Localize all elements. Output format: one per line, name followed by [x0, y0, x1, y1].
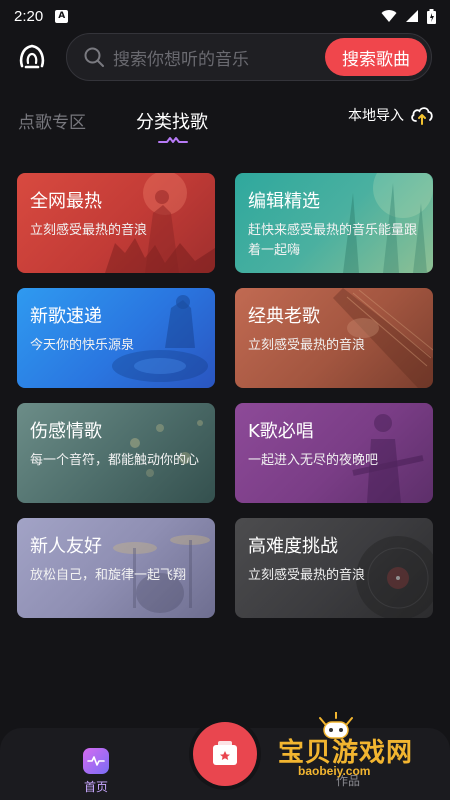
- category-title: 伤感情歌: [30, 421, 102, 442]
- wifi-icon: [381, 10, 397, 22]
- category-subtitle: 赶快来感受最热的音乐能量跟着一起嗨: [248, 223, 418, 258]
- category-subtitle: 今天你的快乐源泉: [30, 338, 135, 353]
- category-subtitle: 放松自己，和旋律一起飞翔: [30, 568, 187, 583]
- category-title: 高难度挑战: [248, 536, 338, 557]
- search-icon: [84, 47, 104, 67]
- category-title: 编辑精选: [248, 191, 320, 212]
- category-card-hot[interactable]: 全网最热 立刻感受最热的音浪: [17, 173, 215, 273]
- cloud-upload-icon: [411, 107, 433, 125]
- status-time: 2:20: [14, 7, 44, 25]
- category-title: 经典老歌: [248, 306, 320, 327]
- category-subtitle: 立刻感受最热的音浪: [248, 338, 366, 353]
- category-subtitle: 一起进入无尽的夜晚吧: [248, 453, 379, 468]
- watermark-url: baobeiy.com: [298, 764, 371, 778]
- category-title: 全网最热: [30, 191, 102, 212]
- signal-icon: [406, 10, 418, 22]
- status-bar: 2:20 A: [0, 0, 450, 32]
- search-bar[interactable]: 搜索你想听的音乐 搜索歌曲: [66, 33, 432, 81]
- category-card-ktv-must-sing[interactable]: K歌必唱 一起进入无尽的夜晚吧: [235, 403, 433, 503]
- category-card-high-difficulty[interactable]: 高难度挑战 立刻感受最热的音浪: [235, 518, 433, 618]
- category-title: K歌必唱: [248, 421, 314, 442]
- record-center-button[interactable]: [193, 722, 257, 786]
- category-card-beginner-friendly[interactable]: 新人友好 放松自己，和旋律一起飞翔: [17, 518, 215, 618]
- notification-badge-icon: A: [55, 9, 69, 23]
- nav-home[interactable]: 首页: [70, 748, 122, 795]
- app-logo-icon[interactable]: [16, 40, 48, 72]
- category-subtitle: 每一个音符，都能触动你的心: [30, 453, 200, 468]
- tab-song-zone[interactable]: 点歌专区: [18, 108, 86, 133]
- local-import-label: 本地导入: [348, 108, 404, 124]
- category-subtitle: 立刻感受最热的音浪: [30, 223, 148, 238]
- home-pulse-icon: [83, 748, 109, 774]
- karaoke-icon: [213, 741, 237, 765]
- category-card-editor-picks[interactable]: 编辑精选 赶快来感受最热的音乐能量跟着一起嗨: [235, 173, 433, 273]
- category-card-classic[interactable]: 经典老歌 立刻感受最热的音浪: [235, 288, 433, 388]
- category-card-new-songs[interactable]: 新歌速递 今天你的快乐源泉: [17, 288, 215, 388]
- tab-category-search[interactable]: 分类找歌: [136, 108, 208, 134]
- search-input[interactable]: 搜索你想听的音乐: [113, 45, 249, 70]
- watermark: 宝贝游戏网 baobeiy.com: [278, 712, 444, 792]
- status-icons: [381, 8, 436, 24]
- local-import-button[interactable]: 本地导入: [348, 104, 434, 126]
- category-title: 新人友好: [30, 536, 102, 557]
- search-songs-button[interactable]: 搜索歌曲: [325, 38, 427, 76]
- battery-icon: [427, 8, 436, 24]
- nav-home-label: 首页: [83, 780, 108, 794]
- tab-active-indicator: [158, 137, 188, 143]
- category-card-sad-love[interactable]: 伤感情歌 每一个音符，都能触动你的心: [17, 403, 215, 503]
- category-title: 新歌速递: [30, 306, 102, 327]
- category-subtitle: 立刻感受最热的音浪: [248, 568, 366, 583]
